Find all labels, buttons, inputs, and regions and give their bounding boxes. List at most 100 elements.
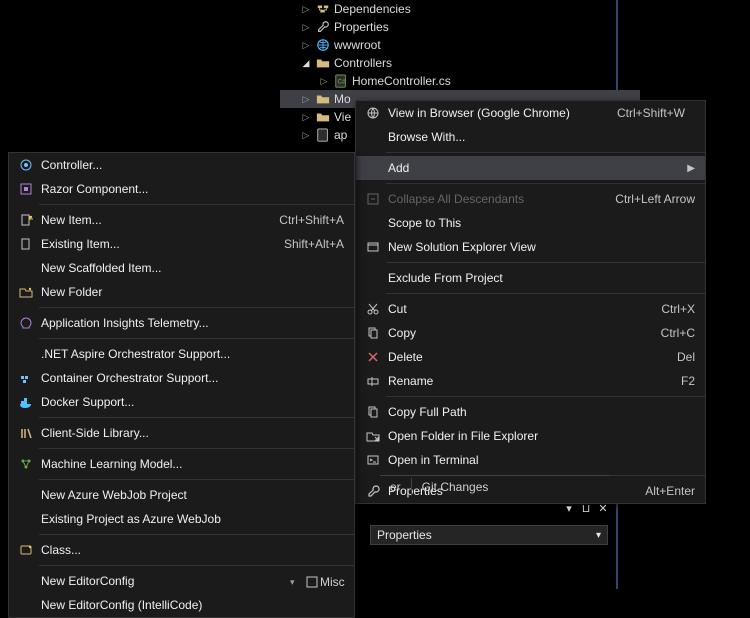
terminal-icon — [362, 453, 384, 467]
close-icon[interactable]: ✕ — [596, 502, 610, 515]
tree-label: HomeController.cs — [350, 74, 451, 88]
tree-item-wwwroot[interactable]: ▷ wwwroot — [280, 36, 640, 54]
chevron-right-icon[interactable]: ▷ — [298, 4, 314, 15]
menu-label: Machine Learning Model... — [37, 457, 344, 471]
chevron-right-icon[interactable]: ▷ — [298, 112, 314, 123]
menu-item-copy[interactable]: Copy Ctrl+C — [356, 321, 705, 345]
submenu-item-azure-webjob-existing[interactable]: Existing Project as Azure WebJob — [9, 507, 354, 531]
submenu-item-new-scaffolded[interactable]: New Scaffolded Item... — [9, 256, 354, 280]
container-icon — [15, 371, 37, 385]
menu-separator — [386, 293, 705, 294]
submenu-item-new-item[interactable]: New Item... Ctrl+Shift+A — [9, 208, 354, 232]
docker-icon — [15, 395, 37, 409]
panel-header-tools: ▾ ⊔ ✕ — [562, 502, 610, 515]
menu-label: Copy — [384, 326, 643, 340]
copy-path-icon — [362, 405, 384, 419]
menu-shortcut: Ctrl+C — [643, 326, 695, 340]
menu-label: Scope to This — [384, 216, 695, 230]
menu-label: Container Orchestrator Support... — [37, 371, 344, 385]
menu-item-open-folder[interactable]: Open Folder in File Explorer — [356, 424, 705, 448]
menu-shortcut: Del — [659, 350, 695, 364]
tree-item-dependencies[interactable]: ▷ Dependencies — [280, 0, 640, 18]
menu-item-add[interactable]: Add ▶ — [356, 156, 705, 180]
tree-label: Dependencies — [332, 2, 411, 16]
dropdown-arrow-icon[interactable]: ▾ — [562, 502, 576, 515]
submenu-item-container-orchestrator[interactable]: Container Orchestrator Support... — [9, 366, 354, 390]
submenu-item-controller[interactable]: Controller... — [9, 153, 354, 177]
menu-label: Collapse All Descendants — [384, 192, 597, 206]
menu-separator — [39, 479, 354, 480]
misc-label: Misc — [320, 575, 345, 589]
ml-icon — [15, 457, 37, 471]
properties-category-misc[interactable]: ▾ Misc — [290, 575, 345, 589]
csharp-file-icon: C# — [332, 74, 350, 88]
menu-item-copy-full-path[interactable]: Copy Full Path — [356, 400, 705, 424]
submenu-item-new-folder[interactable]: New Folder — [9, 280, 354, 304]
delete-icon — [362, 350, 384, 364]
menu-item-browse-with[interactable]: Browse With... — [356, 125, 705, 149]
menu-shortcut: Ctrl+Shift+W — [599, 106, 685, 120]
menu-label: Existing Item... — [37, 237, 266, 251]
menu-label: .NET Aspire Orchestrator Support... — [37, 347, 344, 361]
menu-label: Docker Support... — [37, 395, 344, 409]
menu-label: Open Folder in File Explorer — [384, 429, 695, 443]
menu-shortcut: Ctrl+Shift+A — [261, 213, 344, 227]
menu-label: Exclude From Project — [384, 271, 695, 285]
existing-file-icon — [15, 237, 37, 251]
chevron-right-icon[interactable]: ▷ — [298, 94, 314, 105]
menu-label: Browse With... — [384, 130, 685, 144]
cut-icon — [362, 302, 384, 316]
chevron-right-icon[interactable]: ▷ — [298, 40, 314, 51]
submenu-item-razor-component[interactable]: Razor Component... — [9, 177, 354, 201]
menu-item-new-explorer-view[interactable]: New Solution Explorer View — [356, 235, 705, 259]
chevron-right-icon[interactable]: ▷ — [298, 22, 314, 33]
razor-icon — [15, 182, 37, 196]
menu-separator — [39, 417, 354, 418]
copy-icon — [362, 326, 384, 340]
chevron-right-icon: ▶ — [685, 163, 695, 174]
tab-solution-explorer-partial[interactable]: er — [380, 478, 411, 496]
tree-item-homecontroller[interactable]: ▷ C# HomeController.cs — [280, 72, 640, 90]
menu-item-exclude-from-project[interactable]: Exclude From Project — [356, 266, 705, 290]
menu-label: New Solution Explorer View — [384, 240, 695, 254]
window-icon — [362, 240, 384, 254]
menu-label: New Azure WebJob Project — [37, 488, 344, 502]
chevron-right-icon[interactable]: ▷ — [316, 76, 332, 87]
menu-item-delete[interactable]: Delete Del — [356, 345, 705, 369]
submenu-item-app-insights[interactable]: Application Insights Telemetry... — [9, 311, 354, 335]
menu-separator — [39, 448, 354, 449]
menu-separator — [386, 396, 705, 397]
menu-separator — [386, 183, 705, 184]
tree-label: Controllers — [332, 56, 392, 70]
dependencies-icon — [314, 2, 332, 16]
properties-panel-dropdown[interactable]: Properties ▾ — [370, 525, 608, 545]
submenu-item-docker[interactable]: Docker Support... — [9, 390, 354, 414]
submenu-item-editorconfig-intellicode[interactable]: New EditorConfig (IntelliCode) — [9, 593, 354, 617]
menu-item-scope-to-this[interactable]: Scope to This — [356, 211, 705, 235]
folder-icon — [314, 110, 332, 124]
submenu-item-client-library[interactable]: Client-Side Library... — [9, 421, 354, 445]
menu-item-cut[interactable]: Cut Ctrl+X — [356, 297, 705, 321]
tree-item-controllers[interactable]: ◢ Controllers — [280, 54, 640, 72]
open-folder-icon — [362, 429, 384, 443]
submenu-item-aspire[interactable]: .NET Aspire Orchestrator Support... — [9, 342, 354, 366]
new-file-icon — [15, 213, 37, 227]
submenu-item-ml-model[interactable]: Machine Learning Model... — [9, 452, 354, 476]
menu-separator — [39, 307, 354, 308]
chevron-down-icon[interactable]: ◢ — [298, 58, 314, 69]
menu-shortcut: Ctrl+Left Arrow — [597, 192, 695, 206]
menu-item-open-terminal[interactable]: Open in Terminal — [356, 448, 705, 472]
pin-icon[interactable]: ⊔ — [579, 502, 593, 515]
tab-git-changes[interactable]: Git Changes — [411, 478, 499, 496]
submenu-item-class[interactable]: Class... — [9, 538, 354, 562]
tree-label: Vie — [332, 110, 351, 124]
menu-separator — [39, 204, 354, 205]
submenu-item-existing-item[interactable]: Existing Item... Shift+Alt+A — [9, 232, 354, 256]
menu-item-rename[interactable]: Rename F2 — [356, 369, 705, 393]
submenu-item-azure-webjob-new[interactable]: New Azure WebJob Project — [9, 483, 354, 507]
menu-item-view-in-browser[interactable]: View in Browser (Google Chrome) Ctrl+Shi… — [356, 101, 705, 125]
tree-item-properties[interactable]: ▷ Properties — [280, 18, 640, 36]
menu-label: Rename — [384, 374, 663, 388]
chevron-down-icon[interactable]: ▾ — [290, 577, 304, 588]
chevron-right-icon[interactable]: ▷ — [298, 130, 314, 141]
